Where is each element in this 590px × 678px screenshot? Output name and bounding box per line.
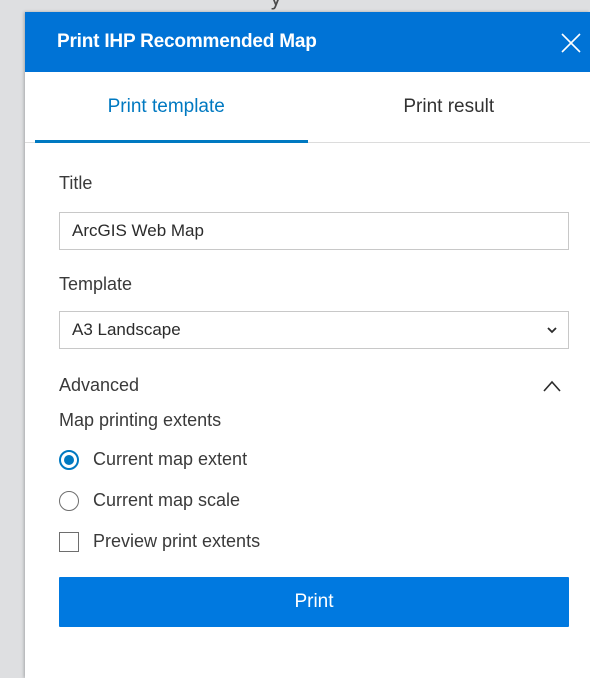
tab-bar: Print template Print result — [25, 72, 590, 143]
close-icon[interactable] — [560, 32, 582, 54]
option-current-map-extent[interactable]: Current map extent — [59, 449, 569, 470]
option-current-map-scale[interactable]: Current map scale — [59, 490, 569, 511]
radio-current-map-scale[interactable] — [59, 490, 79, 511]
map-label-fragment: y — [270, 0, 282, 10]
title-label: Title — [59, 173, 93, 193]
tab-print-template[interactable]: Print template — [25, 72, 308, 143]
extents-label: Map printing extents — [59, 410, 222, 430]
title-input[interactable]: ArcGIS Web Map — [59, 212, 569, 250]
chevron-up-icon — [543, 380, 561, 392]
advanced-toggle[interactable]: Advanced — [59, 375, 569, 396]
radio-current-map-extent[interactable] — [59, 449, 79, 470]
tab-print-result[interactable]: Print result — [308, 72, 590, 142]
option-current-map-scale-label: Current map scale — [93, 490, 241, 510]
panel-title: Print IHP Recommended Map — [57, 31, 317, 52]
option-preview-print-extents[interactable]: Preview print extents — [59, 531, 569, 552]
template-label: Template — [59, 274, 133, 294]
form-body: Title ArcGIS Web Map Template A3 Landsca… — [25, 173, 590, 627]
title-input-value: ArcGIS Web Map — [72, 221, 204, 240]
print-button[interactable]: Print — [59, 577, 569, 627]
panel-header: Print IHP Recommended Map — [25, 12, 590, 72]
preview-print-extents-label: Preview print extents — [93, 531, 261, 551]
print-panel: Print IHP Recommended Map Print template… — [25, 12, 590, 678]
option-current-map-extent-label: Current map extent — [93, 449, 248, 469]
chevron-down-icon — [547, 327, 557, 334]
template-select[interactable]: A3 Landscape — [59, 311, 569, 349]
template-select-value: A3 Landscape — [72, 320, 181, 339]
checkbox-preview-print-extents[interactable] — [59, 531, 79, 552]
advanced-label: Advanced — [59, 375, 140, 395]
